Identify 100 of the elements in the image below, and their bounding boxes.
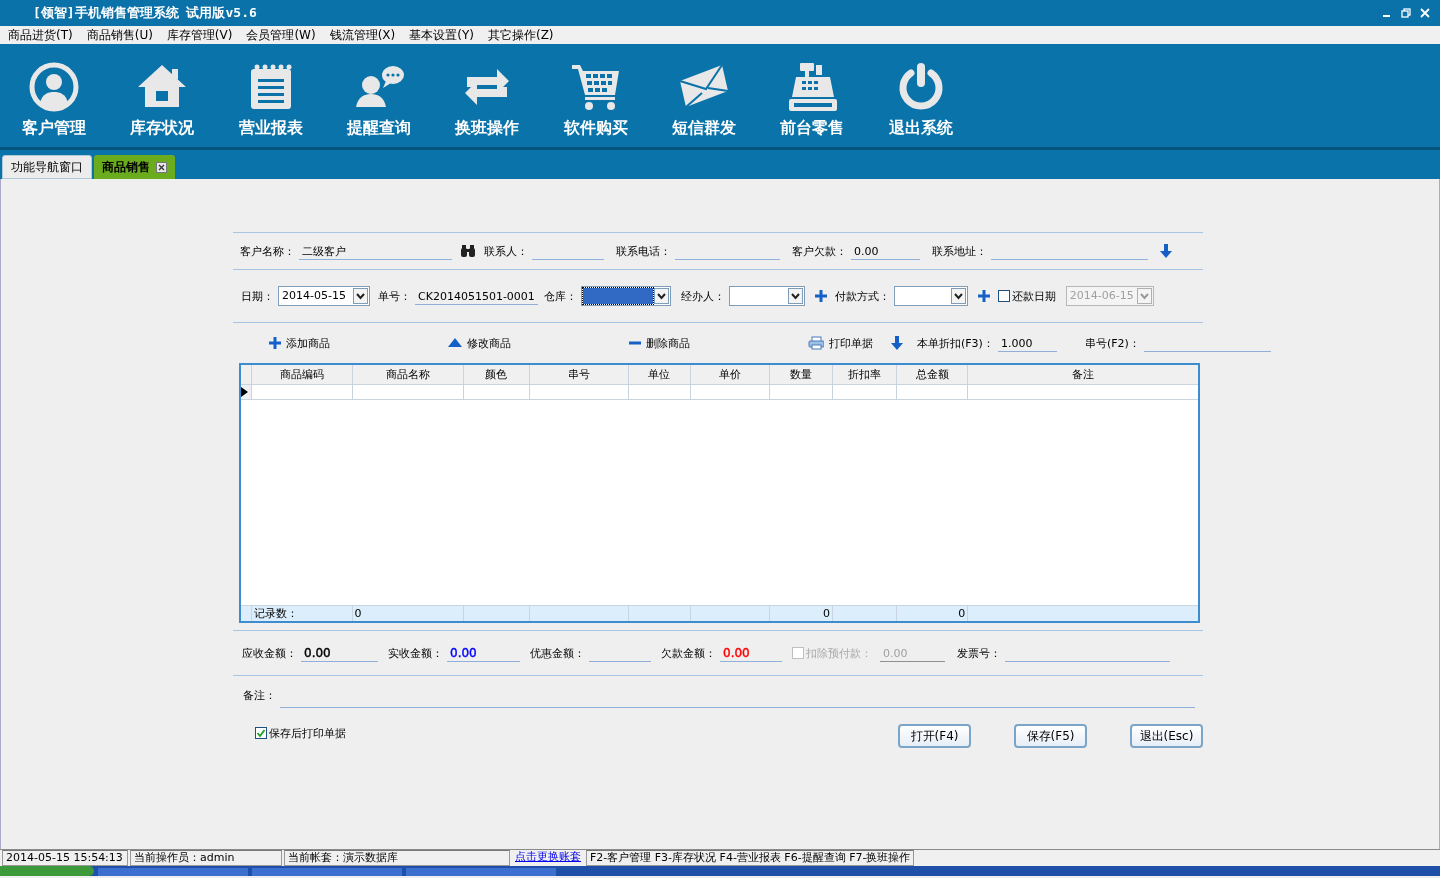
field-label: 应收金额： xyxy=(242,645,297,661)
checkbox[interactable]: 还款日期 xyxy=(997,288,1056,304)
toolbar-button[interactable]: 前台零售 xyxy=(758,44,867,147)
menu-item[interactable]: 商品销售(U) xyxy=(84,26,155,44)
caret-icon xyxy=(653,288,669,304)
field-label: 备注： xyxy=(243,687,276,703)
table-cell[interactable] xyxy=(896,384,968,400)
field-label: 客户名称： xyxy=(240,243,295,259)
window-title: [领智]手机销售管理系统 试用版v5.6 xyxy=(33,4,258,22)
input-field[interactable]: 0.00 xyxy=(447,644,520,662)
column-header[interactable]: 单价 xyxy=(690,364,770,385)
table-cell[interactable] xyxy=(529,384,629,400)
field-label: 单号： xyxy=(378,288,411,304)
table-cell[interactable] xyxy=(832,384,897,400)
restore-icon[interactable] xyxy=(1401,8,1411,18)
toolbar-button[interactable]: 退出系统 xyxy=(866,44,975,147)
column-header[interactable]: 总金额 xyxy=(896,364,968,385)
person-icon xyxy=(28,61,81,113)
close-icon[interactable] xyxy=(156,161,167,173)
cash-register-icon xyxy=(786,61,839,113)
button[interactable]: 退出(Esc) xyxy=(1130,724,1203,748)
column-header[interactable]: 串号 xyxy=(529,364,629,385)
field-label: 联系电话： xyxy=(616,243,671,259)
column-header[interactable]: 备注 xyxy=(967,364,1199,385)
button[interactable]: 打开(F4) xyxy=(898,724,971,748)
triangle-up-icon xyxy=(448,338,462,348)
status-text: 当前操作员：admin xyxy=(130,850,282,866)
printer-icon xyxy=(808,336,824,350)
tab[interactable]: 功能导航窗口 xyxy=(2,155,92,179)
toolbar-button[interactable]: 打印单据 xyxy=(808,335,873,351)
taskbar-button[interactable] xyxy=(98,868,248,876)
status-text: 2014-05-15 15:54:13 xyxy=(2,850,128,866)
menu-item[interactable]: 其它操作(Z) xyxy=(485,26,556,44)
toolbar-button[interactable]: 删除商品 xyxy=(629,335,690,351)
table-cell[interactable] xyxy=(352,384,464,400)
input-field[interactable]: 0.00 xyxy=(851,242,920,260)
toolbar-button[interactable]: 短信群发 xyxy=(649,44,759,147)
down-arrow-icon xyxy=(1160,244,1172,258)
plus-icon xyxy=(269,337,281,349)
column-header[interactable]: 颜色 xyxy=(463,364,530,385)
dropdown[interactable]: 2014-05-15 xyxy=(278,286,370,306)
table-cell[interactable] xyxy=(463,384,530,400)
input-field[interactable]: CK2014051501-0001 xyxy=(415,287,538,305)
field-label: 客户欠款： xyxy=(792,243,847,259)
column-header[interactable]: 商品名称 xyxy=(352,364,464,385)
column-header[interactable]: 商品编码 xyxy=(251,364,353,385)
field-label: 欠款金额： xyxy=(661,645,716,661)
dropdown[interactable] xyxy=(580,286,671,306)
menu-item[interactable]: 商品进货(T) xyxy=(6,26,75,44)
link[interactable]: 点击更换账套 xyxy=(512,850,584,866)
summary-cell: 0 xyxy=(352,605,464,622)
menu-item[interactable]: 库存管理(V) xyxy=(164,26,235,44)
field-label: 日期： xyxy=(241,288,274,304)
toolbar-button[interactable]: 客户管理 xyxy=(0,44,109,147)
toolbar-button[interactable]: 换班操作 xyxy=(433,44,542,147)
table-cell[interactable] xyxy=(690,384,770,400)
field-label: 串号(F2)： xyxy=(1084,335,1140,351)
button[interactable]: 保存(F5) xyxy=(1014,724,1087,748)
down-arrow-icon xyxy=(891,336,903,350)
summary-cell: 记录数： xyxy=(251,605,353,622)
status-text: F2-客户管理 F3-库存状况 F4-营业报表 F6-提醒查询 F7-换班操作 xyxy=(586,850,915,866)
menu-item[interactable]: 基本设置(Y) xyxy=(407,26,476,44)
column-header[interactable]: 折扣率 xyxy=(832,364,897,385)
caret-icon xyxy=(1136,288,1152,304)
toolbar-button[interactable]: 营业报表 xyxy=(216,44,325,147)
checkbox[interactable]: 保存后打印单据 xyxy=(255,725,346,741)
start-button[interactable] xyxy=(0,866,94,876)
caret-icon xyxy=(787,288,803,304)
column-header[interactable]: 数量 xyxy=(769,364,833,385)
menu-item[interactable]: 钱流管理(X) xyxy=(327,26,398,44)
table-cell[interactable] xyxy=(769,384,833,400)
status-text: 当前帐套：演示数据库 xyxy=(284,850,510,866)
field-label: 联系人： xyxy=(484,243,528,259)
field-label: 实收金额： xyxy=(388,645,443,661)
table-cell[interactable] xyxy=(628,384,691,400)
input-field[interactable]: 二级客户 xyxy=(299,242,452,260)
summary-cell: 0 xyxy=(769,605,833,622)
field-label: 本单折扣(F3)： xyxy=(917,335,994,351)
caret-icon xyxy=(353,288,368,304)
toolbar-button[interactable]: 添加商品 xyxy=(269,335,330,351)
tab[interactable]: 商品销售 xyxy=(94,155,175,179)
input-field[interactable]: 1.000 xyxy=(997,334,1057,352)
toolbar-button[interactable]: 库存状况 xyxy=(108,44,217,147)
toolbar-button[interactable]: 软件购买 xyxy=(541,44,650,147)
column-header[interactable]: 单位 xyxy=(628,364,691,385)
field-label: 发票号： xyxy=(957,645,1001,661)
input-field[interactable]: 0.00 xyxy=(301,644,378,662)
field-label: 联系地址： xyxy=(932,243,987,259)
caret-icon xyxy=(950,288,966,304)
plus-icon xyxy=(814,290,827,302)
minus-icon xyxy=(629,341,641,345)
taskbar-button[interactable] xyxy=(252,868,402,876)
summary-cell: 0 xyxy=(896,605,968,622)
binoculars-icon[interactable] xyxy=(460,244,476,258)
taskbar-button[interactable] xyxy=(406,868,556,876)
field-label: 优惠金额： xyxy=(530,645,585,661)
toolbar-button[interactable]: 修改商品 xyxy=(448,335,511,351)
table-cell[interactable] xyxy=(251,384,353,400)
toolbar-button[interactable]: 提醒查询 xyxy=(324,44,434,147)
menu-item[interactable]: 会员管理(W) xyxy=(244,26,318,44)
